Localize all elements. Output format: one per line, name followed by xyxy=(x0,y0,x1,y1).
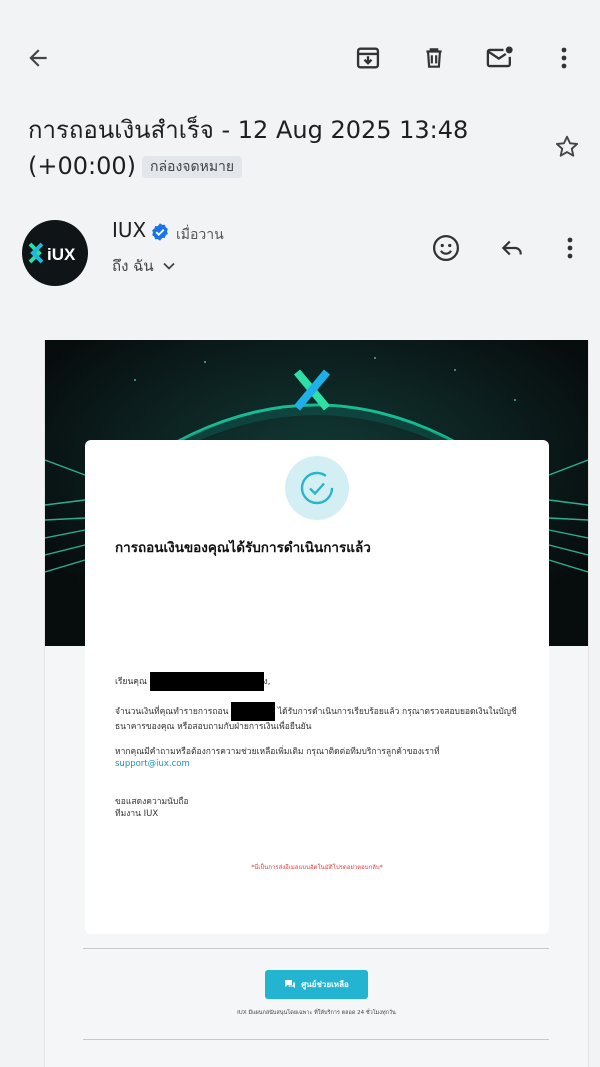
signature: ขอแสดงความนับถือ ทีมงาน IUX xyxy=(115,796,525,820)
greeting-prefix: เรียนคุณ xyxy=(115,677,147,687)
subject-text: การถอนเงินสำเร็จ - 12 Aug 2025 13:48 (+0… xyxy=(28,116,469,180)
greeting-suffix: ง, xyxy=(263,677,271,687)
help-center-label: ศูนย์ช่วยเหลือ xyxy=(301,980,349,989)
help-center-button[interactable]: ศูนย์ช่วยเหลือ xyxy=(265,970,368,999)
more-vert-icon xyxy=(561,47,567,69)
top-app-bar xyxy=(0,0,600,118)
inbox-label-chip[interactable]: กล่องจดหมาย xyxy=(142,156,243,178)
avatar-text: iUX xyxy=(47,245,76,264)
emoji-icon xyxy=(433,235,459,261)
divider-bottom xyxy=(83,1039,549,1040)
trash-icon xyxy=(426,48,442,68)
mark-unread-icon xyxy=(486,46,513,68)
para1-prefix: จำนวนเงินที่คุณทำรายการถอน xyxy=(115,707,229,717)
email-body: การถอนเงินของคุณได้รับการดำเนินการแล้ว เ… xyxy=(44,340,589,1067)
reply-button[interactable] xyxy=(490,226,534,270)
support-footer-note: IUX มีแผนกสนับสนุนโดยเฉพาะ ที่ให้บริการ … xyxy=(237,1010,396,1016)
redacted-amount xyxy=(231,702,276,721)
greeting-line: เรียนคุณ ง, xyxy=(115,672,525,691)
reply-icon xyxy=(501,240,522,256)
message-card: การถอนเงินของคุณได้รับการดำเนินการแล้ว เ… xyxy=(85,440,549,934)
team-text: ทีมงาน IUX xyxy=(115,809,159,819)
message-more-button[interactable] xyxy=(548,226,592,270)
sender-avatar[interactable]: iUX xyxy=(22,220,88,286)
recipient-text: ถึง ฉัน xyxy=(112,257,154,275)
more-options-button[interactable] xyxy=(542,36,586,80)
star-icon xyxy=(555,135,579,157)
archive-button[interactable] xyxy=(346,36,390,80)
redacted-name xyxy=(149,672,264,691)
chevron-down-icon xyxy=(163,262,175,270)
message-title: การถอนเงินของคุณได้รับการดำเนินการแล้ว xyxy=(115,540,371,556)
mark-unread-button[interactable] xyxy=(478,36,522,80)
verified-badge-icon xyxy=(150,222,170,246)
success-check-icon xyxy=(285,456,349,520)
star-button[interactable] xyxy=(548,128,586,166)
para2-text: หากคุณมีคำถามหรือต้องการความช่วยเหลือเพิ… xyxy=(115,747,440,757)
delete-button[interactable] xyxy=(412,36,456,80)
add-reaction-button[interactable] xyxy=(424,226,468,270)
arrow-back-icon xyxy=(29,49,47,67)
recipient-details-toggle[interactable]: ถึง ฉัน xyxy=(112,254,176,278)
divider-top xyxy=(83,948,549,949)
withdrawal-paragraph: จำนวนเงินที่คุณทำรายการถอน ได้รับการดำเน… xyxy=(115,702,525,733)
more-vert-icon xyxy=(567,237,573,259)
chat-icon xyxy=(285,980,296,988)
support-paragraph: หากคุณมีคำถามหรือต้องการความช่วยเหลือเพิ… xyxy=(115,746,525,770)
email-subject: การถอนเงินสำเร็จ - 12 Aug 2025 13:48 (+0… xyxy=(28,112,528,184)
back-button[interactable] xyxy=(16,36,60,80)
iux-logo-icon: iUX xyxy=(28,242,76,264)
thanks-text: ขอแสดงความนับถือ xyxy=(115,797,189,807)
support-email-link[interactable]: support@iux.com xyxy=(115,759,190,769)
auto-reply-note: *นี่เป็นการส่งอีเมลแบบอัตโนมัติโปรดอย่าต… xyxy=(251,864,383,871)
received-time: เมื่อวาน xyxy=(176,227,224,243)
sender-name[interactable]: IUX xyxy=(112,218,146,242)
archive-icon xyxy=(356,47,380,69)
